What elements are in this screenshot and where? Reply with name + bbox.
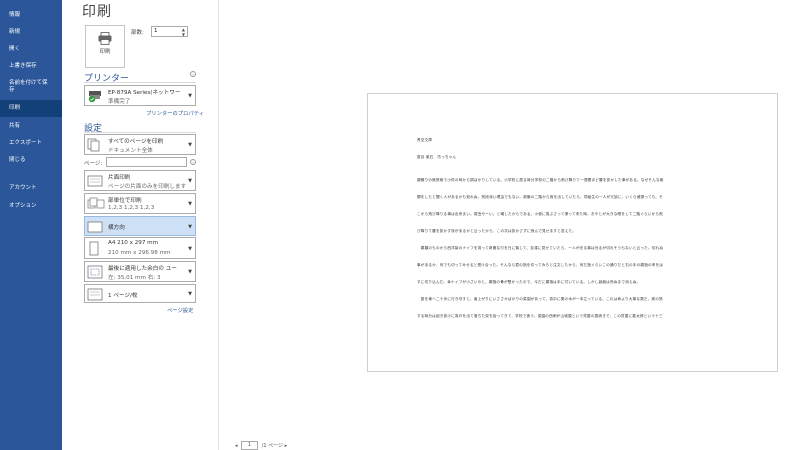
next-page-icon[interactable]: ▸ xyxy=(285,443,288,449)
printer-status: 準備完了 xyxy=(108,99,131,105)
paper-icon xyxy=(89,241,99,256)
chevron-down-icon: ▼ xyxy=(188,93,192,99)
chevron-down-icon: ▼ xyxy=(188,291,192,297)
page-setup-link[interactable]: ページ設定 xyxy=(167,306,193,314)
margins-label: 最後に適用した余白の ユー xyxy=(108,266,177,272)
chevron-down-icon: ▼ xyxy=(188,142,192,148)
preview-line: 夏目 漱石 坊っちゃん xyxy=(417,155,457,159)
one-sided-icon xyxy=(87,175,103,187)
print-range-label: すべてのページを印刷 xyxy=(108,139,164,145)
collate-icon xyxy=(87,197,105,209)
preview-line: 親類のものから西洋製のナイフを貰って奇麗な刃を日に翳して、友達に見せていたら、一… xyxy=(417,246,664,250)
page-navigator: ◂ 1 /1 ページ ▸ xyxy=(235,441,287,450)
pages-per-sheet-icon xyxy=(87,288,103,301)
preview-line: する時分は起き抜けに背戸を出て落ちた奴を拾ってきて、学校で食う。菜園の西側が山城… xyxy=(417,314,663,318)
collate-label: 部単位で印刷 xyxy=(108,198,142,204)
nav-close[interactable]: 閉じる xyxy=(0,157,62,164)
paper-size-dropdown[interactable]: A4 210 x 297 mm 210 mm x 296.98 mm ▼ xyxy=(84,237,196,259)
sides-dropdown[interactable]: 片面印刷 ページの片面のみを印刷します ▼ xyxy=(84,170,196,191)
pages-input[interactable] xyxy=(106,157,187,167)
margins-dropdown[interactable]: 最後に適用した余白の ユー 左: 35.01 mm 右: 3 ▼ xyxy=(84,261,196,282)
nav-account[interactable]: アカウント xyxy=(0,185,62,192)
margins-sub: 左: 35.01 mm 右: 3 xyxy=(108,275,161,281)
pages-per-sheet-label: 1 ページ/枚 xyxy=(108,293,138,299)
collate-dropdown[interactable]: 部単位で印刷 1,2,3 1,2,3 1,2,3 ▼ xyxy=(84,193,196,214)
sides-sub: ページの片面のみを印刷します xyxy=(108,184,187,190)
print-range-sub: ドキュメント全体 xyxy=(108,148,153,154)
print-button[interactable]: 印刷 xyxy=(85,25,125,68)
nav-options[interactable]: オプション xyxy=(0,203,62,210)
pages-label: ページ: xyxy=(84,161,103,167)
preview-line: 闇をしたと聞く人があるかも知れぬ。別段深い理由でもない。新築の二階から首を出して… xyxy=(417,195,663,199)
preview-line: 青空文庫 xyxy=(417,138,433,142)
preview-line: 親譲りの無鉄砲で小供の時から損ばかりしている。小学校に居る時分学校の二階から飛び… xyxy=(417,178,664,182)
spin-down-icon[interactable]: ▼ xyxy=(182,32,185,37)
chevron-down-icon: ▼ xyxy=(188,201,192,207)
copies-label: 部数: xyxy=(131,30,144,36)
sides-label: 片面印刷 xyxy=(108,175,131,181)
printer-dropdown[interactable]: EP-879A Series(ネットワー 準備完了 ▼ xyxy=(84,85,196,106)
preview-line: 事があるか、何でも切ってみせると受け合った。そんなら君の指を切ってみろと注文した… xyxy=(417,263,664,267)
backstage-nav: 情報 新規 開く 上書き保存 名前を付けて保存 印刷 共有 エクスポート 閉じる… xyxy=(0,0,62,450)
current-page-input[interactable]: 1 xyxy=(241,441,259,450)
orientation-label: 横方向 xyxy=(108,225,125,231)
printer-icon xyxy=(98,32,112,45)
preview-line: 庭を東へ二十歩に行き尽すと、南上がりにいささかばかりの菜園があって、真中に栗の木… xyxy=(417,297,663,301)
collate-sub: 1,2,3 1,2,3 1,2,3 xyxy=(108,205,155,211)
nav-print[interactable]: 印刷 xyxy=(0,100,62,117)
print-preview-page: 青空文庫 夏目 漱石 坊っちゃん 親譲りの無鉄砲で小供の時から損ばかりしている。… xyxy=(367,93,778,372)
info-icon[interactable]: i xyxy=(190,159,196,165)
copies-spinner[interactable]: 1 ▲ ▼ xyxy=(151,26,188,37)
page-title: 印刷 xyxy=(82,4,112,20)
panel-divider xyxy=(218,0,219,450)
nav-export[interactable]: エクスポート xyxy=(0,140,62,147)
nav-share[interactable]: 共有 xyxy=(0,123,62,130)
preview-line: び降りて腰を抜かす奴があるかと云ったから、この次は抜かさずに飛んで見せますと答え… xyxy=(417,229,577,233)
margins-icon xyxy=(87,265,103,279)
orientation-dropdown[interactable]: 横方向 ▼ xyxy=(84,216,196,236)
print-range-dropdown[interactable]: すべてのページを印刷 ドキュメント全体 ▼ xyxy=(84,134,196,155)
nav-open[interactable]: 開く xyxy=(0,46,62,53)
nav-new[interactable]: 新規 xyxy=(0,29,62,36)
nav-info[interactable]: 情報 xyxy=(0,12,62,19)
printer-name: EP-879A Series(ネットワー xyxy=(108,90,181,96)
nav-save[interactable]: 上書き保存 xyxy=(0,63,62,70)
paper-size-sub: 210 mm x 296.98 mm xyxy=(108,250,171,256)
nav-save-as[interactable]: 名前を付けて保存 xyxy=(0,80,50,94)
copies-value: 1 xyxy=(154,28,158,34)
page-count-label: /1 ページ xyxy=(261,443,284,449)
printer-status-icon xyxy=(88,91,101,103)
chevron-down-icon: ▼ xyxy=(188,178,192,184)
pages-icon xyxy=(87,138,100,152)
paper-size-label: A4 210 x 297 mm xyxy=(108,240,159,246)
chevron-down-icon: ▼ xyxy=(188,246,192,252)
chevron-down-icon: ▼ xyxy=(188,269,192,275)
preview-line: すに切り込んだ。幸ナイフが小さいのと、親指の骨が堅かったので、今だに親指は手に付… xyxy=(417,280,641,284)
print-button-label: 印刷 xyxy=(99,49,111,55)
printer-properties-link[interactable]: プリンターのプロパティ xyxy=(146,109,204,117)
info-icon[interactable]: i xyxy=(190,71,196,77)
pages-per-sheet-dropdown[interactable]: 1 ページ/枚 ▼ xyxy=(84,284,196,303)
chevron-down-icon: ▼ xyxy=(188,224,192,230)
previous-page-icon[interactable]: ◂ xyxy=(235,443,238,449)
landscape-icon xyxy=(87,221,103,233)
divider xyxy=(84,82,196,83)
divider xyxy=(84,132,196,133)
preview-line: こから飛び降りる事は出来まい。弱虫やーい。と囃したからである。小使に負ぶさって帰… xyxy=(417,212,663,216)
